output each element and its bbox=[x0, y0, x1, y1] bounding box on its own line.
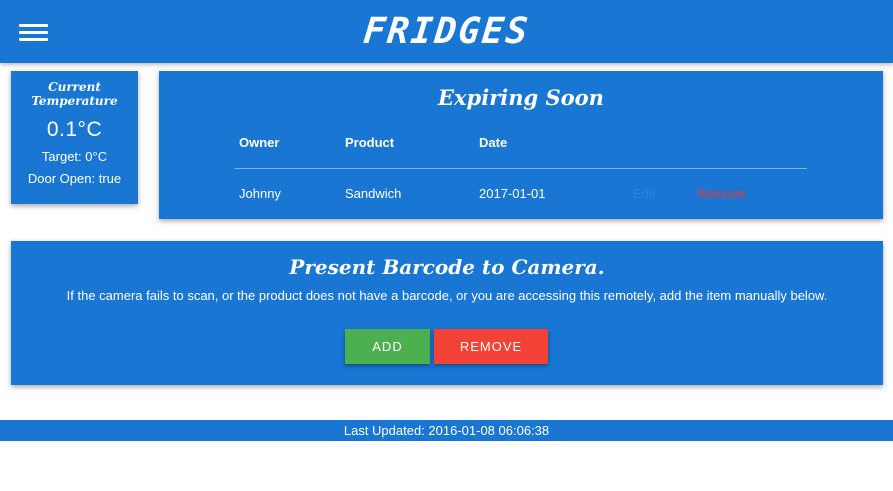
column-header-owner: Owner bbox=[239, 135, 280, 150]
door-status: Door Open: true bbox=[27, 171, 122, 186]
product-cell: Sandwich bbox=[345, 186, 402, 201]
last-updated-bar: Last Updated: 2016-01-08 06:06:38 bbox=[0, 420, 893, 441]
owner-cell: Johnny bbox=[239, 186, 281, 201]
date-cell: 2017-01-01 bbox=[479, 186, 546, 201]
app-bar: FRIDGES bbox=[0, 0, 893, 63]
add-button[interactable]: ADD bbox=[345, 329, 430, 364]
expiring-title: Expiring Soon bbox=[438, 85, 604, 110]
column-header-date: Date bbox=[479, 135, 508, 150]
table-divider bbox=[235, 168, 807, 169]
temperature-card: Current Temperature 0.1°C Target: 0°C Do… bbox=[11, 71, 138, 204]
remove-button[interactable]: REMOVE bbox=[434, 329, 548, 364]
target-temperature: Target: 0°C bbox=[41, 149, 108, 164]
current-temperature: 0.1°C bbox=[46, 118, 103, 141]
expiring-soon-card: Expiring Soon Owner Product Date Johnny … bbox=[159, 71, 883, 219]
app-title: FRIDGES bbox=[361, 11, 532, 52]
barcode-instructions: If the camera fails to scan, or the prod… bbox=[66, 288, 828, 303]
edit-link[interactable]: Edit bbox=[633, 186, 655, 201]
barcode-title: Present Barcode to Camera. bbox=[289, 255, 605, 279]
remove-link[interactable]: Remove bbox=[697, 186, 745, 201]
temperature-title: Current Temperature bbox=[31, 80, 118, 108]
column-header-product: Product bbox=[345, 135, 395, 150]
barcode-card: Present Barcode to Camera. If the camera… bbox=[11, 241, 883, 385]
